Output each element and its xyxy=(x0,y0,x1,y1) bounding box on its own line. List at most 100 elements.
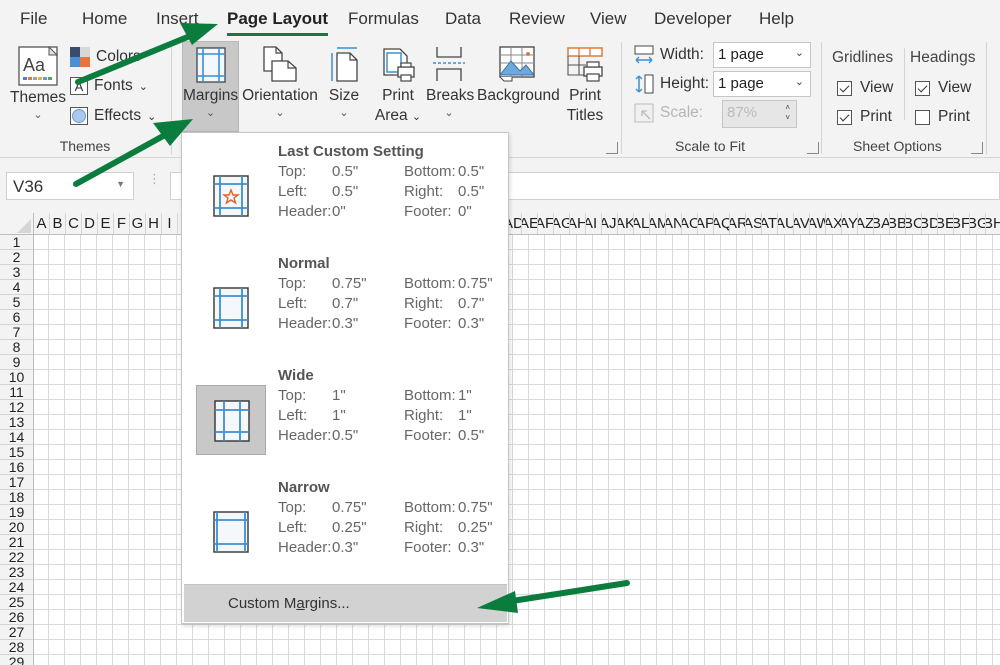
tab-page-layout[interactable]: Page Layout xyxy=(227,9,329,36)
row-header[interactable]: 21 xyxy=(0,535,33,550)
column-header[interactable]: AW xyxy=(810,213,826,234)
row-header[interactable]: 3 xyxy=(0,265,33,280)
tab-data[interactable]: Data xyxy=(445,9,481,29)
row-header[interactable]: 20 xyxy=(0,520,33,535)
column-header[interactable]: AP xyxy=(698,213,714,234)
margins-option-normal[interactable]: Normal Top: 0.75" Bottom: 0.75" Left: 0.7" Righ… xyxy=(182,245,508,357)
column-header[interactable]: B xyxy=(50,213,66,234)
column-header[interactable]: I xyxy=(162,213,178,234)
colors-button[interactable]: Colors xyxy=(70,47,141,67)
tab-home[interactable]: Home xyxy=(82,9,127,29)
column-header[interactable]: BF xyxy=(954,213,970,234)
row-header[interactable]: 24 xyxy=(0,580,33,595)
column-header[interactable]: AN xyxy=(666,213,682,234)
name-box[interactable]: V36 ▼ xyxy=(6,172,134,200)
row-header[interactable]: 1 xyxy=(0,235,33,250)
cells-area[interactable] xyxy=(34,235,1000,665)
print-titles-button[interactable]: Print Titles xyxy=(563,41,607,132)
column-header[interactable]: D xyxy=(82,213,98,234)
print-area-button[interactable]: Print Area ⌄ xyxy=(372,41,424,132)
width-select[interactable]: 1 page ⌄ xyxy=(713,42,811,68)
column-header[interactable]: AK xyxy=(618,213,634,234)
background-button[interactable]: Background xyxy=(477,41,560,132)
column-header[interactable]: BG xyxy=(970,213,986,234)
margins-option-wide[interactable]: Wide Top: 1" Bottom: 1" Left: 1" Right: 1" Header… xyxy=(182,357,508,469)
row-header[interactable]: 15 xyxy=(0,445,33,460)
column-header[interactable]: BH xyxy=(986,213,1000,234)
select-all-button[interactable] xyxy=(0,213,34,234)
orientation-button[interactable]: Orientation ⌄ xyxy=(241,41,319,132)
column-header[interactable]: G xyxy=(130,213,146,234)
margins-option-narrow[interactable]: Narrow Top: 0.75" Bottom: 0.75" Left: 0.25" Rig… xyxy=(182,469,508,581)
height-select[interactable]: 1 page ⌄ xyxy=(713,71,811,97)
column-header[interactable]: AF xyxy=(538,213,554,234)
row-header[interactable]: 27 xyxy=(0,625,33,640)
tab-formulas[interactable]: Formulas xyxy=(348,9,419,29)
row-header[interactable]: 10 xyxy=(0,370,33,385)
tab-view[interactable]: View xyxy=(590,9,627,29)
column-header[interactable]: AE xyxy=(522,213,538,234)
column-header[interactable]: AM xyxy=(650,213,666,234)
breaks-button[interactable]: Breaks ⌄ xyxy=(426,41,474,132)
column-header[interactable]: BB xyxy=(890,213,906,234)
scale-spinner[interactable]: 87% ˄ ˅ xyxy=(722,100,797,128)
headings-view-checkbox[interactable]: View xyxy=(915,79,971,97)
column-header[interactable]: AU xyxy=(778,213,794,234)
row-header[interactable]: 28 xyxy=(0,640,33,655)
headings-print-checkbox[interactable]: Print xyxy=(915,108,970,126)
column-header[interactable]: F xyxy=(114,213,130,234)
row-header[interactable]: 5 xyxy=(0,295,33,310)
row-header[interactable]: 16 xyxy=(0,460,33,475)
row-header[interactable]: 7 xyxy=(0,325,33,340)
effects-button[interactable]: Effects ⌄ xyxy=(70,107,156,125)
column-header[interactable]: AO xyxy=(682,213,698,234)
column-header[interactable]: AS xyxy=(746,213,762,234)
gridlines-view-checkbox[interactable]: View xyxy=(837,79,893,97)
column-header[interactable]: A xyxy=(34,213,50,234)
column-header[interactable]: AL xyxy=(634,213,650,234)
column-header[interactable]: BA xyxy=(874,213,890,234)
column-header[interactable]: AJ xyxy=(602,213,618,234)
column-header[interactable]: AG xyxy=(554,213,570,234)
row-header[interactable]: 6 xyxy=(0,310,33,325)
column-header[interactable]: AQ xyxy=(714,213,730,234)
row-header[interactable]: 19 xyxy=(0,505,33,520)
custom-margins-menu-item[interactable]: Custom Margins... xyxy=(184,584,507,622)
row-header[interactable]: 26 xyxy=(0,610,33,625)
row-header[interactable]: 22 xyxy=(0,550,33,565)
column-header[interactable]: H xyxy=(146,213,162,234)
column-header[interactable]: AH xyxy=(570,213,586,234)
sheet-options-dialog-launcher-icon[interactable] xyxy=(971,142,983,154)
row-header[interactable]: 13 xyxy=(0,415,33,430)
tab-insert[interactable]: Insert xyxy=(156,9,199,29)
row-header[interactable]: 17 xyxy=(0,475,33,490)
column-header[interactable]: AI xyxy=(586,213,602,234)
tab-developer[interactable]: Developer xyxy=(654,9,732,29)
column-header[interactable]: AT xyxy=(762,213,778,234)
column-header[interactable]: BE xyxy=(938,213,954,234)
column-header[interactable]: BC xyxy=(906,213,922,234)
row-header[interactable]: 29 xyxy=(0,655,33,665)
themes-button[interactable]: Aa Themes ⌄ xyxy=(8,42,68,130)
page-setup-dialog-launcher-icon[interactable] xyxy=(606,142,618,154)
size-button[interactable]: Size ⌄ xyxy=(324,41,364,132)
row-header[interactable]: 11 xyxy=(0,385,33,400)
row-header[interactable]: 18 xyxy=(0,490,33,505)
column-header[interactable]: AR xyxy=(730,213,746,234)
column-header[interactable]: C xyxy=(66,213,82,234)
tab-help[interactable]: Help xyxy=(759,9,794,29)
row-header[interactable]: 4 xyxy=(0,280,33,295)
margins-button[interactable]: Margins ⌄ xyxy=(182,41,239,132)
scale-to-fit-dialog-launcher-icon[interactable] xyxy=(807,142,819,154)
row-header[interactable]: 23 xyxy=(0,565,33,580)
formula-bar-resize-handle[interactable]: ⋮ xyxy=(148,172,161,185)
margins-option-last-custom-setting[interactable]: Last Custom Setting Top: 0.5" Bottom: 0.5" Le… xyxy=(182,133,508,245)
column-header[interactable]: AY xyxy=(842,213,858,234)
row-header[interactable]: 14 xyxy=(0,430,33,445)
column-header[interactable]: E xyxy=(98,213,114,234)
row-header[interactable]: 9 xyxy=(0,355,33,370)
column-header[interactable]: AV xyxy=(794,213,810,234)
column-header[interactable]: BD xyxy=(922,213,938,234)
gridlines-print-checkbox[interactable]: Print xyxy=(837,108,892,126)
tab-review[interactable]: Review xyxy=(509,9,565,29)
